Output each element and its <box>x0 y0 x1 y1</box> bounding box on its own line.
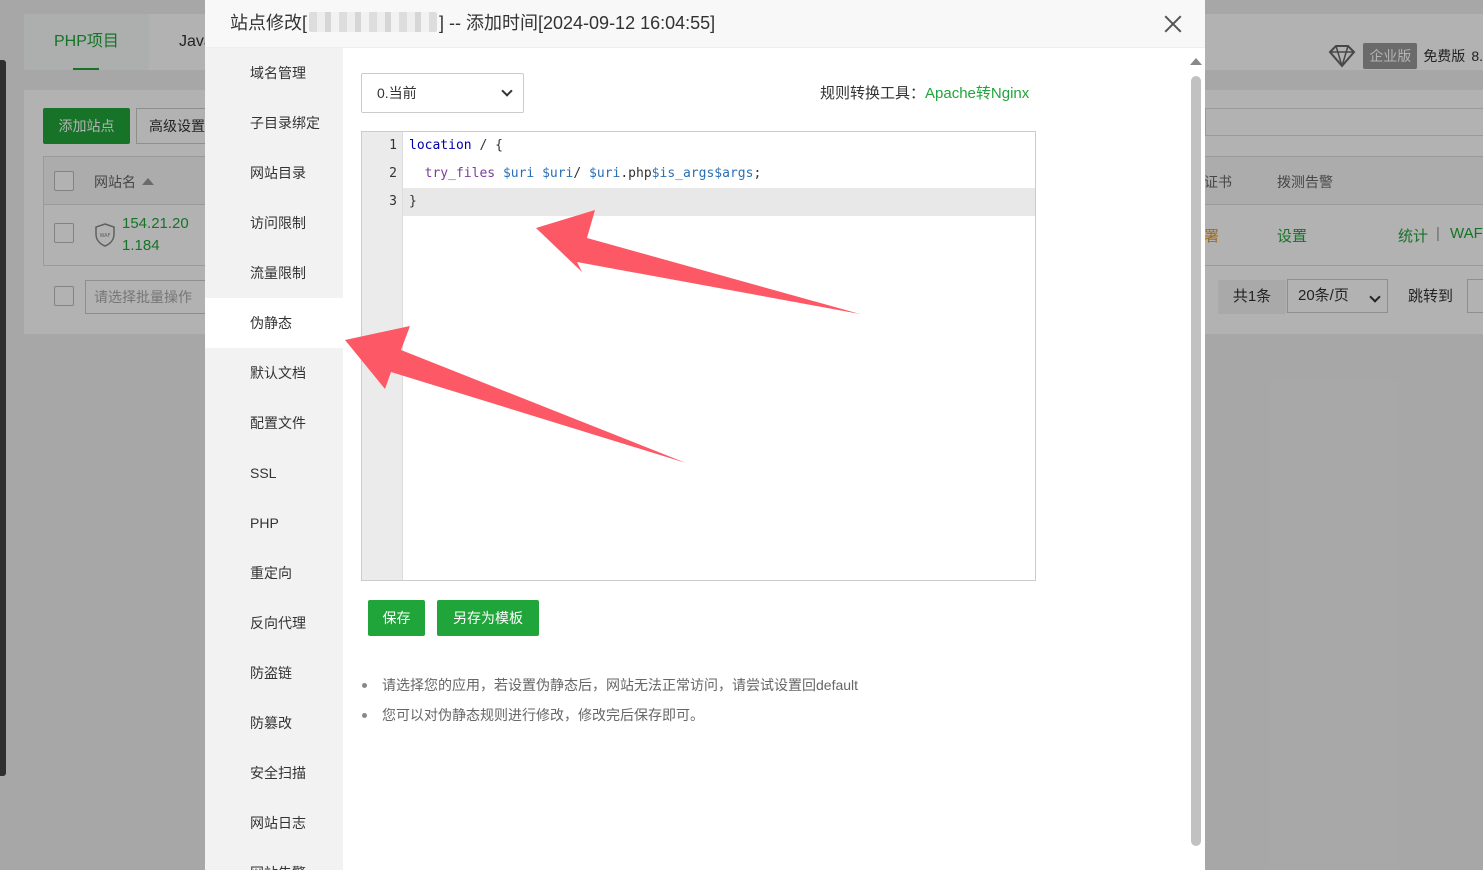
nav-default-document[interactable]: 默认文档 <box>205 348 343 398</box>
tips-list: 请选择您的应用，若设置伪静态后，网站无法正常访问，请尝试设置回default 您… <box>361 670 858 730</box>
nav-hotlink-protection[interactable]: 防盗链 <box>205 648 343 698</box>
line-number: 3 <box>389 194 397 209</box>
chevron-down-icon <box>501 85 513 97</box>
apache-to-nginx-link[interactable]: Apache转Nginx <box>925 85 1029 102</box>
code-line[interactable]: location / { <box>409 132 503 160</box>
tip-item: 请选择您的应用，若设置伪静态后，网站无法正常访问，请尝试设置回default <box>361 670 858 700</box>
save-as-template-button[interactable]: 另存为模板 <box>437 600 539 636</box>
line-number-gutter: 1 2 3 <box>362 132 403 580</box>
scroll-up-arrow-icon[interactable] <box>1190 58 1202 65</box>
code-line[interactable]: } <box>409 188 417 216</box>
nav-subdir-binding[interactable]: 子目录绑定 <box>205 98 343 148</box>
tip-item: 您可以对伪静态规则进行修改，修改完后保存即可。 <box>361 700 858 730</box>
scrollbar-thumb[interactable] <box>1191 76 1201 846</box>
dialog-title: 站点修改[] -- 添加时间[2024-09-12 16:04:55] <box>230 12 716 33</box>
nav-site-logs[interactable]: 网站日志 <box>205 798 343 848</box>
redacted-site-name <box>309 12 438 32</box>
dialog-scrollbar[interactable] <box>1190 58 1202 848</box>
nav-traffic-limit[interactable]: 流量限制 <box>205 248 343 298</box>
save-button[interactable]: 保存 <box>368 600 425 636</box>
convert-tool: 规则转换工具：Apache转Nginx <box>820 85 1030 102</box>
nav-redirect[interactable]: 重定向 <box>205 548 343 598</box>
active-line-highlight <box>362 188 1035 216</box>
rewrite-version-select[interactable]: 0.当前 <box>361 73 524 113</box>
dialog-sidebar: 域名管理 子目录绑定 网站目录 访问限制 流量限制 伪静态 默认文档 配置文件 … <box>205 48 348 870</box>
code-line[interactable]: try_files $uri $uri/ $uri.php$is_args$ar… <box>409 160 762 188</box>
nav-config-file[interactable]: 配置文件 <box>205 398 343 448</box>
nav-domain-management[interactable]: 域名管理 <box>205 48 343 98</box>
nav-ssl[interactable]: SSL <box>205 448 343 498</box>
nav-reverse-proxy[interactable]: 反向代理 <box>205 598 343 648</box>
dialog-title-bar: 站点修改[] -- 添加时间[2024-09-12 16:04:55] <box>205 0 1205 48</box>
rewrite-panel: 0.当前 规则转换工具：Apache转Nginx 1 2 3 location … <box>343 48 1205 870</box>
nav-php[interactable]: PHP <box>205 498 343 548</box>
close-icon[interactable] <box>1161 12 1185 36</box>
nav-access-limit[interactable]: 访问限制 <box>205 198 343 248</box>
nav-security-scan[interactable]: 安全扫描 <box>205 748 343 798</box>
nav-rewrite[interactable]: 伪静态 <box>205 298 348 348</box>
nav-site-directory[interactable]: 网站目录 <box>205 148 343 198</box>
site-edit-dialog: 站点修改[] -- 添加时间[2024-09-12 16:04:55] 域名管理… <box>205 0 1205 870</box>
nav-site-alerts[interactable]: 网站告警 <box>205 848 343 870</box>
rewrite-code-editor[interactable]: 1 2 3 location / { try_files $uri $uri/ … <box>361 131 1036 581</box>
line-number: 1 <box>389 138 397 153</box>
line-number: 2 <box>389 166 397 181</box>
nav-tamper-protection[interactable]: 防篡改 <box>205 698 343 748</box>
